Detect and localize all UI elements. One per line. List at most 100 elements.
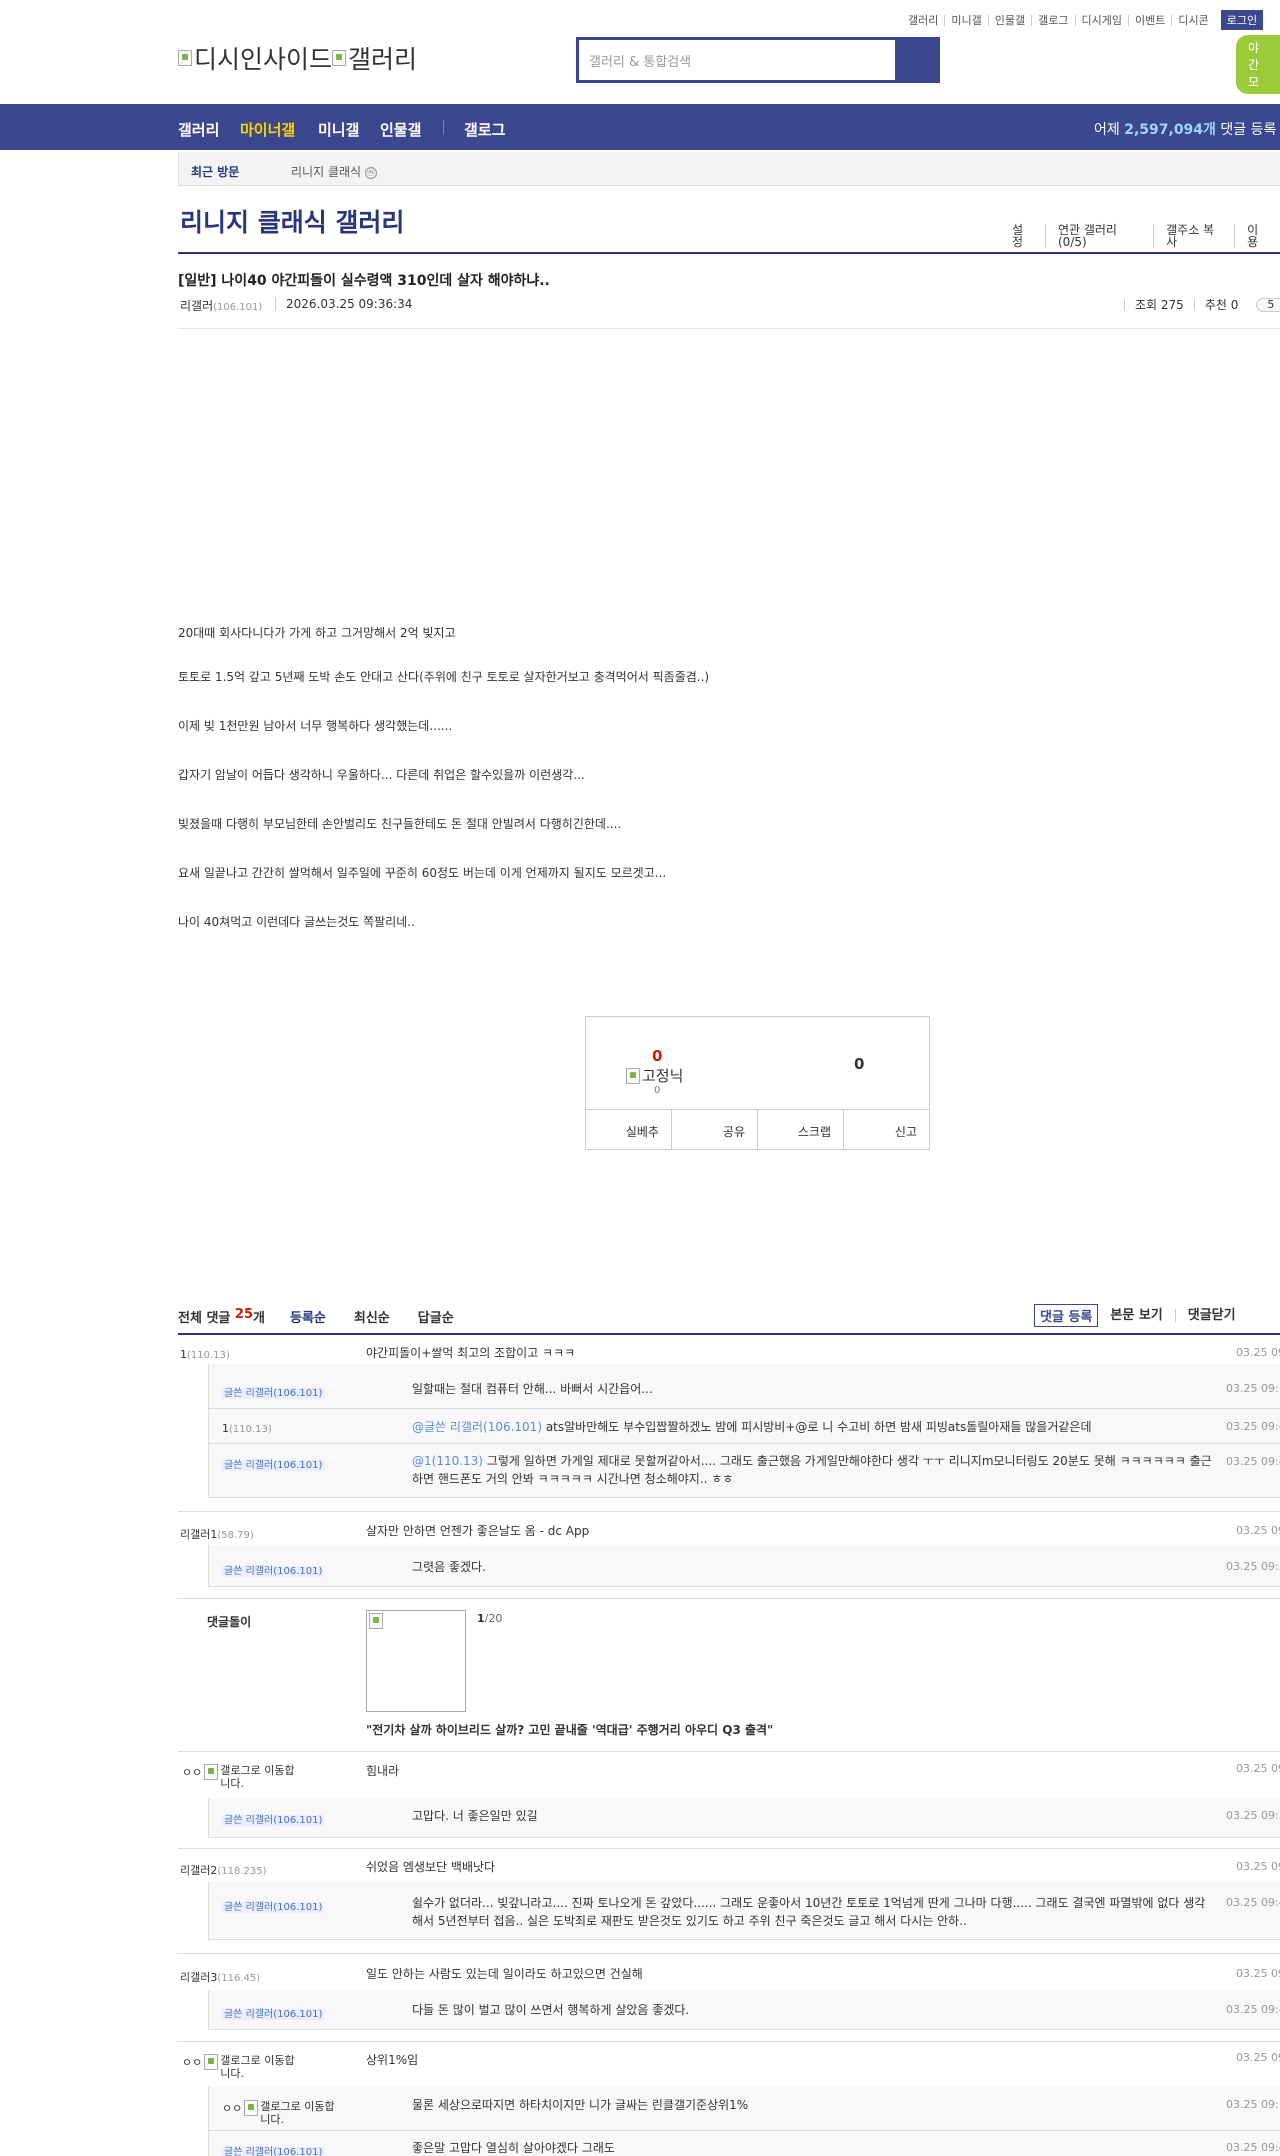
writer-badge: 글쓴 리갤러(106.101) xyxy=(222,2009,325,2020)
top-link-dcgame[interactable]: 디시게임 xyxy=(1074,14,1128,26)
reply-divider xyxy=(208,2130,1280,2131)
comment-divider xyxy=(178,1953,1280,1954)
reply-author[interactable]: 글쓴 리갤러(106.101) xyxy=(222,2143,325,2156)
comment-date: 03.25 09 xyxy=(1236,1524,1280,1537)
night-mode-button[interactable]: 야간 모 xyxy=(1236,35,1280,94)
gallog-link[interactable]: 갤로그로 이동합니다. xyxy=(260,2100,344,2126)
scrap-button[interactable]: 스크랩 xyxy=(757,1110,843,1149)
gallery-title[interactable]: 리니지 클래식 갤러리 xyxy=(180,203,404,239)
reply-date: 03.25 09:4 xyxy=(1226,2003,1280,2016)
reply-text: @1(110.13) 그렇게 일하면 가게일 제대로 못할꺼같아서.... 그래… xyxy=(412,1452,1212,1488)
comment-date: 03.25 09 xyxy=(1236,1860,1280,1873)
recent-gallery-link[interactable]: 리니지 클래식 ⓜ xyxy=(291,163,377,180)
yesterday-count: 2,597,094개 xyxy=(1124,122,1216,138)
view-body-button[interactable]: 본문 보기 xyxy=(1110,1309,1176,1322)
close-comments-button[interactable]: 댓글닫기 xyxy=(1188,1309,1248,1322)
comment-text: 상위1%임 xyxy=(366,2053,419,2067)
comment-author[interactable]: ㅇㅇ 갤로그로 이동합니다. xyxy=(182,1764,304,1790)
main-nav: 갤러리 마이너갤 미니갤 인물갤 갤로그 어제 2,597,094개 댓글 등록 xyxy=(0,104,1280,150)
post-body-line: 요새 일끝나고 간간히 쌀먹해서 일주일에 꾸준히 60정도 버는데 이게 언제… xyxy=(178,866,667,880)
comment-text: 힘내라 xyxy=(366,1764,400,1778)
reply-author[interactable]: 글쓴 리갤러(106.101) xyxy=(222,1811,325,1826)
reply-ip: (106.101) xyxy=(273,2147,323,2156)
nav-gallery[interactable]: 갤러리 xyxy=(178,119,219,140)
writer-ip: (106.101) xyxy=(213,302,263,313)
reply-author[interactable]: 글쓴 리갤러(106.101) xyxy=(222,1562,325,1577)
reply-list xyxy=(208,1990,1280,2030)
sort-by-latest[interactable]: 최신순 xyxy=(354,1307,390,1326)
reply-ip: (106.101) xyxy=(273,1902,323,1913)
top-link-person[interactable]: 인물갤 xyxy=(987,14,1031,26)
top-link-event[interactable]: 이벤트 xyxy=(1127,14,1171,26)
report-button[interactable]: 신고 xyxy=(843,1110,929,1149)
reply-ip: (110.13) xyxy=(229,1424,272,1435)
top-link-gallery[interactable]: 갤러리 xyxy=(902,15,944,26)
reply-author[interactable]: ㅇㅇ 갤로그로 이동합니다. xyxy=(222,2100,344,2126)
reply-text: @글쓴 리갤러(106.101) ats알바만해도 부수입짭짤하겠노 밤에 피시… xyxy=(412,1418,1091,1436)
reply-author[interactable]: 1(110.13) xyxy=(222,1422,272,1435)
reply-nick: 글쓴 리갤러 xyxy=(224,1815,274,1826)
yesterday-suffix: 댓글 등록 xyxy=(1220,122,1277,138)
search-button[interactable] xyxy=(895,40,937,80)
comment-nick: 리갤러1 xyxy=(180,1528,218,1541)
broken-image-icon xyxy=(369,1613,383,1629)
ad-thumbnail[interactable] xyxy=(366,1610,466,1712)
reply-author[interactable]: 글쓴 리갤러(106.101) xyxy=(222,1898,325,1913)
ad-pager: 1/20 xyxy=(477,1612,502,1625)
comment-author[interactable]: 1(110.13) xyxy=(180,1348,230,1361)
gallog-link[interactable]: 갤로그로 이동합니다. xyxy=(220,2054,304,2080)
comment-author[interactable]: 리갤러2(118.235) xyxy=(180,1862,267,1878)
broken-image-icon xyxy=(244,2100,259,2116)
yesterday-prefix: 어제 xyxy=(1094,122,1120,138)
login-button[interactable]: 로그인 xyxy=(1220,10,1264,30)
sort-by-replies[interactable]: 답글순 xyxy=(418,1307,454,1326)
sort-by-registered[interactable]: 등록순 xyxy=(290,1307,326,1326)
comment-date: 03.25 09 xyxy=(1236,1967,1280,1980)
writer-nick: 리갤러 xyxy=(180,299,214,313)
reply-date: 03.25 09:4 xyxy=(1226,2141,1280,2154)
nav-minor-gallery[interactable]: 마이너갤 xyxy=(240,119,295,140)
top-link-minigal[interactable]: 미니갤 xyxy=(944,14,987,26)
usage-link[interactable]: 이용 xyxy=(1234,224,1280,248)
broken-image-icon xyxy=(204,2054,219,2070)
best-recommend-button[interactable]: 실베추 xyxy=(586,1110,671,1149)
related-galleries-link[interactable]: 연관 갤러리(0/5) xyxy=(1044,224,1153,248)
reply-author[interactable]: 글쓴 리갤러(106.101) xyxy=(222,1384,325,1399)
reply-date: 03.25 09:3 xyxy=(1226,1560,1280,1573)
reply-nick: 글쓴 리갤러 xyxy=(224,1388,274,1399)
nav-gallog[interactable]: 갤로그 xyxy=(464,119,505,140)
reply-mention[interactable]: @글쓴 리갤러(106.101) xyxy=(412,1420,542,1434)
reply-nick: 글쓴 리갤러 xyxy=(224,2009,274,2020)
comment-author[interactable]: ㅇㅇ 갤로그로 이동합니다. xyxy=(182,2054,304,2080)
site-logo[interactable]: 디시인사이드 갤러리 xyxy=(178,40,417,76)
reply-date: 03.25 09:3 xyxy=(1226,1809,1280,1822)
reply-nick: 1 xyxy=(222,1422,229,1435)
reply-mention[interactable]: @1(110.13) xyxy=(412,1454,483,1468)
top-link-dccon[interactable]: 디시콘 xyxy=(1171,14,1214,26)
comment-date: 03.25 09 xyxy=(1236,1762,1280,1775)
comment-count-pill[interactable]: 5 xyxy=(1256,298,1280,312)
ad-headline[interactable]: "전기차 살까 하이브리드 살까? 고민 끝내줄 '역대급' 주행거리 아우디 … xyxy=(366,1721,773,1738)
reply-author[interactable]: 글쓴 리갤러(106.101) xyxy=(222,2005,325,2020)
reply-nick: 글쓴 리갤러 xyxy=(224,2147,274,2156)
search-icon xyxy=(908,52,924,68)
comment-author[interactable]: 리갤러1(58.79) xyxy=(180,1526,254,1542)
nav-divider xyxy=(443,120,444,134)
settings-link[interactable]: 설정 xyxy=(1000,224,1045,248)
gallog-link[interactable]: 갤로그로 이동합니다. xyxy=(220,1764,304,1790)
reply-author[interactable]: 글쓴 리갤러(106.101) xyxy=(222,1456,325,1471)
comment-author[interactable]: 리갤러3(116.45) xyxy=(180,1969,260,1985)
top-link-gallog[interactable]: 갤로그 xyxy=(1031,14,1074,26)
downvote-count: 0 xyxy=(854,1055,865,1073)
comment-register-button[interactable]: 댓글 등록 xyxy=(1034,1304,1099,1327)
share-button[interactable]: 공유 xyxy=(671,1110,757,1149)
copy-address-link[interactable]: 갤주소 복사 xyxy=(1153,224,1234,248)
ad-pager-total: /20 xyxy=(484,1612,503,1625)
recent-visits-label[interactable]: 최근 방문 xyxy=(191,163,239,180)
search-input[interactable]: 갤러리 & 통합검색 xyxy=(579,40,895,80)
nav-person-gallery[interactable]: 인물갤 xyxy=(380,119,421,140)
nav-mini-gallery[interactable]: 미니갤 xyxy=(318,119,359,140)
title-divider xyxy=(178,252,1280,254)
logo-text: 디시인사이드 xyxy=(194,45,333,74)
post-writer[interactable]: 리갤러(106.101) xyxy=(180,297,262,314)
